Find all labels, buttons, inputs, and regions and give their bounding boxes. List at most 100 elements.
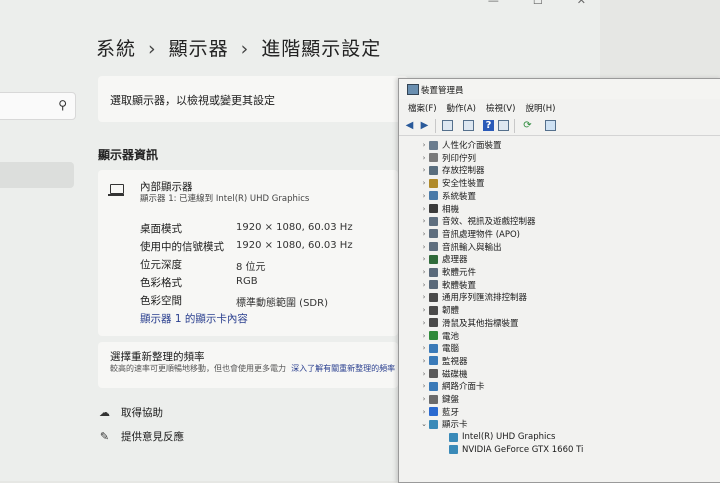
menu-action[interactable]: 動作(A) xyxy=(447,99,476,115)
minimize-icon[interactable]: — xyxy=(488,0,499,7)
device-category[interactable]: › 電腦 xyxy=(419,342,459,354)
chevron-right-icon[interactable]: › xyxy=(419,166,429,174)
chevron-right-icon[interactable]: › xyxy=(419,192,429,200)
chevron-right-icon[interactable]: › xyxy=(419,306,429,314)
device-category[interactable]: › 音效、視訊及遊戲控制器 xyxy=(419,215,536,227)
refresh-rate-card: 選擇重新整理的頻率 較高的速率可更順暢地移動，但也會使用更多電力 深入了解有關重… xyxy=(98,342,398,388)
menu-help[interactable]: 說明(H) xyxy=(525,99,555,115)
device-category[interactable]: › 鍵盤 xyxy=(419,393,459,405)
device-category[interactable]: › 音訊處理物件 (APO) xyxy=(419,228,520,240)
info-label: 色彩空間 xyxy=(140,295,182,307)
chevron-down-icon[interactable]: ⌄ xyxy=(419,420,429,428)
chevron-right-icon[interactable]: › xyxy=(419,395,429,403)
device-category[interactable]: › 安全性裝置 xyxy=(419,177,485,189)
device-category[interactable]: ⌄ 顯示卡 xyxy=(419,418,468,430)
device-category[interactable]: › 磁碟機 xyxy=(419,368,468,380)
device-category[interactable]: › 存放控制器 xyxy=(419,164,485,176)
chevron-right-icon[interactable]: › xyxy=(419,408,429,416)
back-icon[interactable]: ◀ xyxy=(404,120,415,131)
chevron-right-icon[interactable]: › xyxy=(419,268,429,276)
toolbar-separator xyxy=(435,119,436,133)
device-category[interactable]: › 音訊輸入與輸出 xyxy=(419,241,502,253)
refresh-learn-more-link[interactable]: 深入了解有關重新整理的頻率 xyxy=(291,364,395,373)
search-icon: ⚲ xyxy=(58,98,67,112)
breadcrumb-system[interactable]: 系統 xyxy=(96,38,136,60)
chevron-right-icon[interactable]: › xyxy=(419,357,429,365)
device-label: 監視器 xyxy=(442,356,468,367)
adapter-properties-link[interactable]: 顯示器 1 的顯示卡內容 xyxy=(140,311,248,326)
update-driver-icon[interactable]: ⟳ xyxy=(522,120,533,131)
toolbar: ◀ ▶ ? ⟳ xyxy=(399,117,720,136)
chevron-right-icon[interactable]: › xyxy=(419,255,429,263)
device-category[interactable]: › 監視器 xyxy=(419,355,468,367)
device-icon xyxy=(429,356,438,366)
menu-view[interactable]: 檢視(V) xyxy=(486,99,515,115)
close-icon[interactable]: ✕ xyxy=(577,0,586,7)
device-category[interactable]: › 列印佇列 xyxy=(419,152,476,164)
feedback-icon: ✎ xyxy=(99,430,110,443)
device-icon xyxy=(429,267,438,277)
device-label: 存放控制器 xyxy=(442,166,485,177)
chevron-right-icon[interactable]: › xyxy=(419,205,429,213)
device-category[interactable]: › 電池 xyxy=(419,330,459,342)
device-category[interactable]: › 韌體 xyxy=(419,304,459,316)
device-label: 系統裝置 xyxy=(442,191,477,202)
chevron-right-icon[interactable]: › xyxy=(419,141,429,149)
device-label: 軟體元件 xyxy=(442,268,477,278)
feedback-link[interactable]: ✎ 提供意見反應 xyxy=(98,429,184,444)
search-input[interactable]: ⚲ xyxy=(0,92,76,120)
device-icon xyxy=(429,292,438,302)
refresh-description: 較高的速率可更順暢地移動，但也會使用更多電力 xyxy=(110,364,286,373)
chevron-right-icon[interactable]: › xyxy=(419,154,429,162)
device-category[interactable]: › 滑鼠及其他指標裝置 xyxy=(419,317,519,329)
device-category[interactable]: › 處理器 xyxy=(419,253,468,265)
chevron-right-icon[interactable]: › xyxy=(419,293,429,301)
chevron-right-icon[interactable]: › xyxy=(419,230,429,238)
chevron-right-icon[interactable]: › xyxy=(419,243,429,251)
menu-file[interactable]: 檔案(F) xyxy=(408,99,437,115)
view-icon[interactable] xyxy=(498,120,509,131)
chevron-right-icon[interactable]: › xyxy=(419,281,429,289)
sidebar-item-selected[interactable] xyxy=(0,162,74,188)
monitor-icon xyxy=(108,184,124,196)
breadcrumb-display[interactable]: 顯示器 xyxy=(169,38,229,60)
device-category[interactable]: › 相機 xyxy=(419,203,459,215)
device-item[interactable]: Intel(R) UHD Graphics xyxy=(439,431,555,443)
get-help-link[interactable]: ☁ 取得協助 xyxy=(98,405,163,420)
device-category[interactable]: › 系統裝置 xyxy=(419,190,476,202)
device-label: 軟體裝置 xyxy=(442,280,477,291)
maximize-icon[interactable]: ☐ xyxy=(533,0,543,7)
device-category[interactable]: › 人性化介面裝置 xyxy=(419,139,502,151)
get-help-label: 取得協助 xyxy=(121,407,163,419)
chevron-right-icon[interactable]: › xyxy=(419,382,429,390)
device-label: 音效、視訊及遊戲控制器 xyxy=(442,217,536,228)
device-category[interactable]: › 網路介面卡 xyxy=(419,380,485,392)
chevron-right-icon[interactable]: › xyxy=(419,217,429,225)
info-value: 1920 × 1080, 60.03 Hz xyxy=(236,240,353,251)
device-item[interactable]: NVIDIA GeForce GTX 1660 Ti xyxy=(439,444,583,456)
device-icon xyxy=(429,419,438,429)
chevron-right-icon[interactable]: › xyxy=(419,344,429,352)
forward-icon[interactable]: ▶ xyxy=(419,120,430,131)
device-category[interactable]: › 軟體元件 xyxy=(419,266,476,278)
show-hidden-icon[interactable] xyxy=(463,120,474,131)
chevron-right-icon[interactable]: › xyxy=(419,319,429,327)
breadcrumb: 系統 › 顯示器 › 進階顯示設定 xyxy=(96,34,381,61)
scan-hardware-icon[interactable] xyxy=(545,120,556,131)
chevron-right-icon: › xyxy=(148,38,157,60)
device-label: 顯示卡 xyxy=(442,420,468,431)
device-category[interactable]: › 藍牙 xyxy=(419,406,459,418)
device-label: 音訊輸入與輸出 xyxy=(442,242,502,253)
device-category[interactable]: › 軟體裝置 xyxy=(419,279,476,291)
device-label: NVIDIA GeForce GTX 1660 Ti xyxy=(462,444,584,455)
device-manager-window: 裝置管理員 檔案(F) 動作(A) 檢視(V) 說明(H) ◀ ▶ ? ⟳ › 人… xyxy=(398,78,720,483)
breadcrumb-advanced-display: 進階顯示設定 xyxy=(261,38,382,60)
chevron-right-icon[interactable]: › xyxy=(419,332,429,340)
properties-icon[interactable] xyxy=(442,120,453,131)
chevron-right-icon[interactable]: › xyxy=(419,179,429,187)
select-display-card[interactable]: 選取顯示器，以檢視或變更其設定 xyxy=(98,76,408,122)
device-category[interactable]: › 通用序列匯流排控制器 xyxy=(419,291,527,303)
device-icon xyxy=(429,305,438,315)
chevron-right-icon[interactable]: › xyxy=(419,370,429,378)
help-icon[interactable]: ? xyxy=(483,120,494,131)
